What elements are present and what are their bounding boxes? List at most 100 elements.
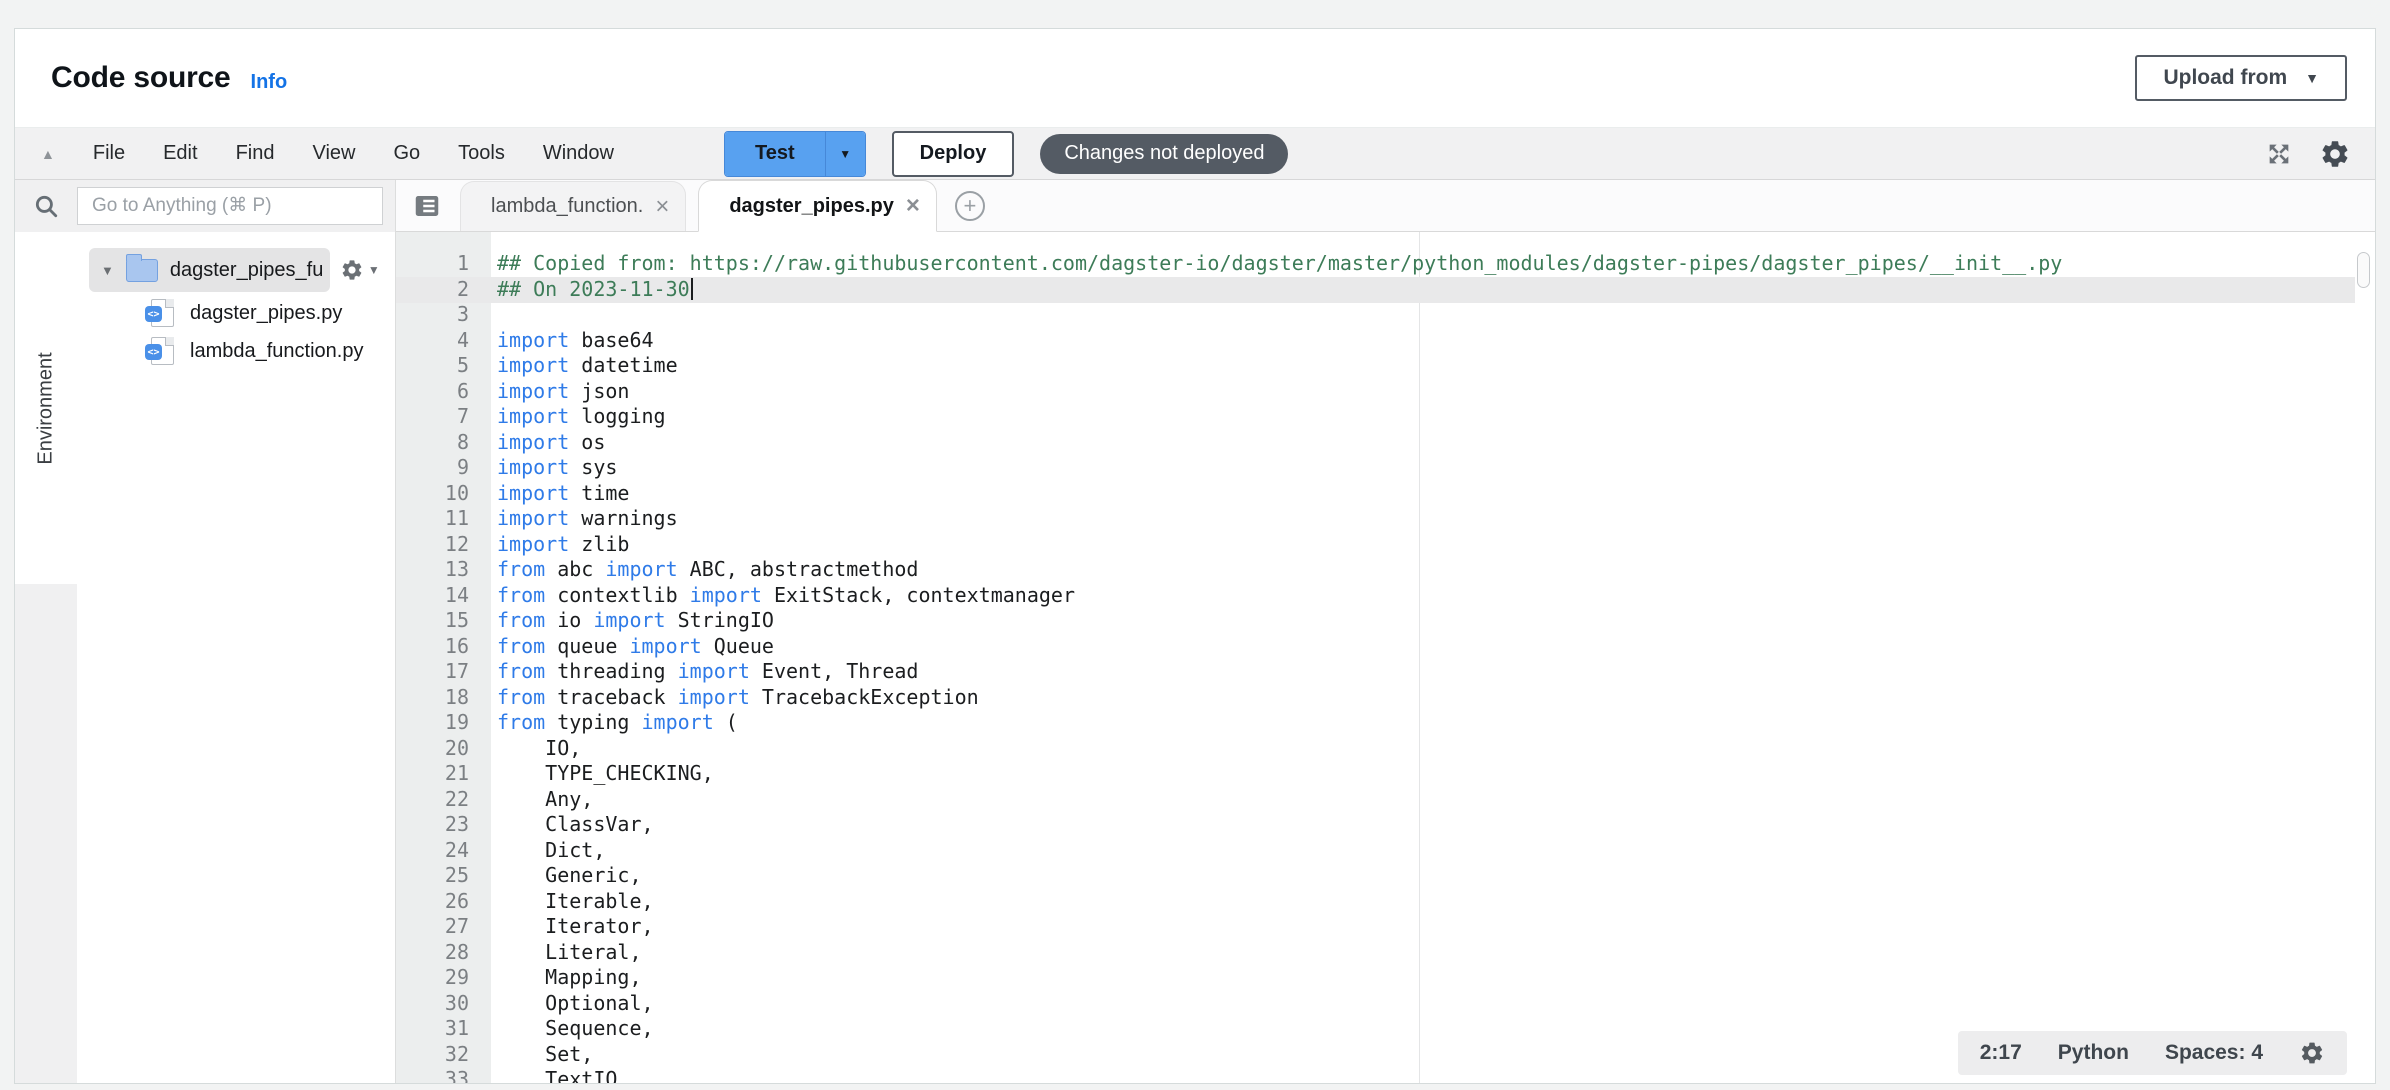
tab-close-icon[interactable]: ×	[906, 194, 920, 218]
test-dropdown-button[interactable]: ▼	[825, 132, 865, 176]
settings-gear-icon[interactable]	[2319, 138, 2351, 170]
text-cursor	[691, 278, 693, 300]
line-content: Generic,	[491, 863, 642, 889]
code-line-6[interactable]: 6import json	[396, 379, 2375, 405]
environment-tab-label: Environment	[35, 352, 58, 464]
line-content: from io import StringIO	[491, 608, 774, 634]
code-line-8[interactable]: 8import os	[396, 430, 2375, 456]
upload-from-button[interactable]: Upload from ▼	[2135, 55, 2347, 101]
code-line-18[interactable]: 18from traceback import TracebackExcepti…	[396, 685, 2375, 711]
file-tree: ▼ dagster_pipes_funct ▼ dagster_pipes.py…	[77, 232, 395, 1083]
menu-window[interactable]: Window	[529, 136, 628, 171]
line-content: from contextlib import ExitStack, contex…	[491, 583, 1075, 609]
code-line-17[interactable]: 17from threading import Event, Thread	[396, 659, 2375, 685]
plus-icon: +	[963, 195, 976, 217]
line-content: import warnings	[491, 506, 678, 532]
menu-file[interactable]: File	[79, 136, 139, 171]
line-content: Iterable,	[491, 889, 654, 915]
line-number: 14	[396, 583, 491, 609]
line-number: 30	[396, 991, 491, 1017]
menu-edit[interactable]: Edit	[149, 136, 211, 171]
line-content: TYPE_CHECKING,	[491, 761, 714, 787]
code-line-22[interactable]: 22 Any,	[396, 787, 2375, 813]
line-number: 25	[396, 863, 491, 889]
code-line-14[interactable]: 14from contextlib import ExitStack, cont…	[396, 583, 2375, 609]
code-line-4[interactable]: 4import base64	[396, 328, 2375, 354]
menu-view[interactable]: View	[298, 136, 369, 171]
code-line-16[interactable]: 16from queue import Queue	[396, 634, 2375, 660]
python-file-icon	[151, 299, 174, 327]
line-number: 23	[396, 812, 491, 838]
code-line-1[interactable]: 1## Copied from: https://raw.githubuserc…	[396, 251, 2375, 277]
editor-scrollbar-thumb[interactable]	[2357, 252, 2370, 288]
line-number: 33	[396, 1067, 491, 1083]
editor-column: lambda_function.×dagster_pipes.py× + 1##…	[395, 180, 2375, 1083]
editor-tab-lambda_function[interactable]: lambda_function.×	[460, 181, 686, 231]
code-line-28[interactable]: 28 Literal,	[396, 940, 2375, 966]
goto-anything-input[interactable]	[77, 187, 383, 225]
tab-close-icon[interactable]: ×	[655, 195, 669, 219]
cursor-position[interactable]: 2:17	[1980, 1041, 2022, 1065]
code-line-13[interactable]: 13from abc import ABC, abstractmethod	[396, 557, 2375, 583]
language-mode[interactable]: Python	[2058, 1041, 2129, 1065]
editor-settings-gear-icon[interactable]	[2299, 1040, 2325, 1066]
search-icon[interactable]	[15, 193, 77, 219]
tree-settings-button[interactable]: ▼	[340, 258, 380, 282]
sidebar-lower: Environment ▼ dagster_pipes_funct	[15, 232, 395, 1083]
tree-item-folder[interactable]: ▼ dagster_pipes_funct	[89, 248, 330, 292]
tree-files: dagster_pipes.pylambda_function.py	[77, 294, 395, 370]
code-line-3[interactable]: 3	[396, 302, 2375, 328]
code-line-20[interactable]: 20 IO,	[396, 736, 2375, 762]
editor-tab-dagster_pipespy[interactable]: dagster_pipes.py×	[698, 180, 937, 232]
upload-from-label: Upload from	[2163, 66, 2287, 90]
tab-environment[interactable]: Environment	[15, 232, 77, 584]
collapse-editor-icon[interactable]: ▲	[41, 146, 55, 162]
code-line-7[interactable]: 7import logging	[396, 404, 2375, 430]
code-line-30[interactable]: 30 Optional,	[396, 991, 2375, 1017]
tree-item-lambda_function.py[interactable]: lambda_function.py	[77, 332, 395, 370]
info-link[interactable]: Info	[251, 71, 288, 94]
code-editor[interactable]: 1## Copied from: https://raw.githubuserc…	[396, 232, 2375, 1083]
deploy-button[interactable]: Deploy	[892, 131, 1015, 177]
menu-tools[interactable]: Tools	[444, 136, 519, 171]
code-line-5[interactable]: 5import datetime	[396, 353, 2375, 379]
line-content: import zlib	[491, 532, 629, 558]
line-number: 11	[396, 506, 491, 532]
code-line-26[interactable]: 26 Iterable,	[396, 889, 2375, 915]
ide-menubar: ▲ File Edit Find View Go Tools Window Test ▼ D…	[15, 128, 2375, 180]
environment-tab-strip: Environment	[15, 232, 77, 1083]
indentation-setting[interactable]: Spaces: 4	[2165, 1041, 2263, 1065]
line-number: 16	[396, 634, 491, 660]
line-content: from traceback import TracebackException	[491, 685, 979, 711]
code-line-11[interactable]: 11import warnings	[396, 506, 2375, 532]
open-tabs-list-button[interactable]	[412, 191, 442, 221]
line-content: from threading import Event, Thread	[491, 659, 918, 685]
code-line-25[interactable]: 25 Generic,	[396, 863, 2375, 889]
code-lines: 1## Copied from: https://raw.githubuserc…	[396, 232, 2375, 1083]
line-number: 9	[396, 455, 491, 481]
code-line-12[interactable]: 12import zlib	[396, 532, 2375, 558]
code-line-10[interactable]: 10import time	[396, 481, 2375, 507]
tree-item-dagster_pipes.py[interactable]: dagster_pipes.py	[77, 294, 395, 332]
code-line-27[interactable]: 27 Iterator,	[396, 914, 2375, 940]
menu-go[interactable]: Go	[379, 136, 434, 171]
new-tab-button[interactable]: +	[955, 191, 985, 221]
code-line-23[interactable]: 23 ClassVar,	[396, 812, 2375, 838]
line-content: import logging	[491, 404, 666, 430]
code-line-29[interactable]: 29 Mapping,	[396, 965, 2375, 991]
test-split-button: Test ▼	[724, 131, 866, 177]
code-line-24[interactable]: 24 Dict,	[396, 838, 2375, 864]
line-content: import base64	[491, 328, 654, 354]
code-line-9[interactable]: 9import sys	[396, 455, 2375, 481]
test-button[interactable]: Test	[725, 132, 825, 176]
fullscreen-icon[interactable]	[2265, 140, 2293, 168]
code-line-2[interactable]: 2## On 2023-11-30	[396, 277, 2375, 303]
code-line-15[interactable]: 15from io import StringIO	[396, 608, 2375, 634]
code-line-19[interactable]: 19from typing import (	[396, 710, 2375, 736]
ide-body: Environment ▼ dagster_pipes_funct	[15, 180, 2375, 1083]
menu-find[interactable]: Find	[222, 136, 289, 171]
code-line-21[interactable]: 21 TYPE_CHECKING,	[396, 761, 2375, 787]
line-number: 17	[396, 659, 491, 685]
line-number: 12	[396, 532, 491, 558]
search-row	[15, 180, 395, 232]
